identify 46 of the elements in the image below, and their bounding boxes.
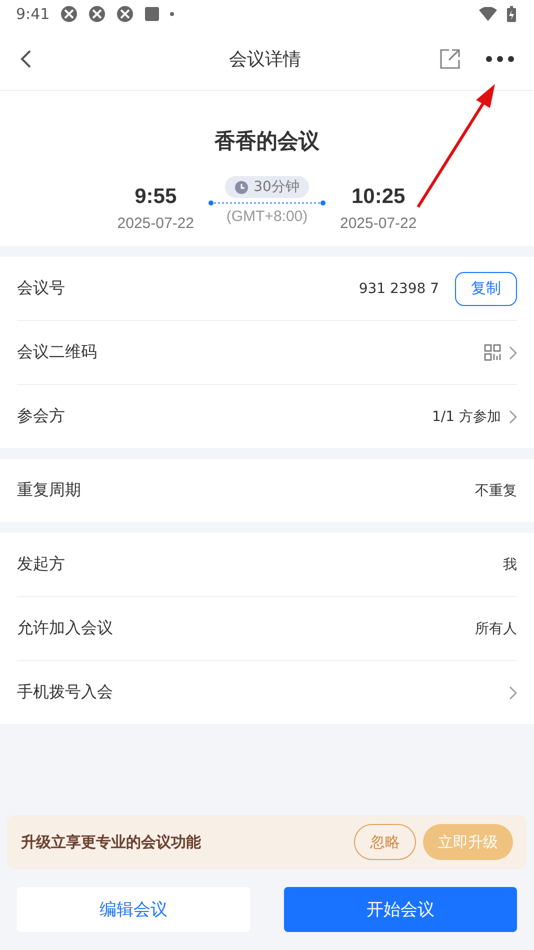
end-time: 10:25 xyxy=(352,185,406,209)
timezone: (GMT+8:00) xyxy=(226,208,308,225)
edit-meeting-button[interactable]: 编辑会议 xyxy=(17,887,250,932)
row-label: 手机拨号入会 xyxy=(17,682,113,703)
list-row[interactable]: 手机拨号入会 xyxy=(17,661,517,724)
more-icon[interactable] xyxy=(486,56,514,62)
app-notification-icon xyxy=(88,5,106,23)
start-meeting-button[interactable]: 开始会议 xyxy=(284,887,517,932)
copy-button[interactable]: 复制 xyxy=(455,272,517,306)
chevron-right-icon xyxy=(509,410,517,424)
share-icon[interactable] xyxy=(440,49,460,69)
back-icon[interactable] xyxy=(20,49,32,69)
clock-icon xyxy=(234,180,248,194)
list-row[interactable]: 允许加入会议 所有人 xyxy=(17,597,517,661)
dot-icon xyxy=(170,12,174,16)
meeting-title: 香香的会议 xyxy=(214,128,320,155)
end-date: 2025-07-22 xyxy=(340,215,417,232)
page-title: 会议详情 xyxy=(228,48,301,71)
qr-code-icon xyxy=(484,344,501,361)
list-row[interactable]: 会议号 931 2398 7 复制 xyxy=(17,257,517,321)
chevron-right-icon xyxy=(509,346,517,360)
battery-icon xyxy=(507,6,516,22)
app-notification-icon xyxy=(60,5,78,23)
list-row[interactable]: 发起方 我 xyxy=(17,533,517,597)
row-value: 不重复 xyxy=(475,482,517,500)
start-date: 2025-07-22 xyxy=(117,215,194,232)
wifi-icon xyxy=(479,7,497,21)
row-label: 发起方 xyxy=(17,554,65,575)
row-label: 会议二维码 xyxy=(17,342,97,363)
row-value: 所有人 xyxy=(475,620,517,638)
banner-text: 升级立享更专业的会议功能 xyxy=(21,832,202,852)
app-notification-icon xyxy=(116,5,134,23)
chevron-right-icon xyxy=(509,686,517,700)
row-label: 会议号 xyxy=(17,278,65,299)
square-notification-icon xyxy=(144,6,160,22)
row-label: 重复周期 xyxy=(17,480,81,501)
row-label: 允许加入会议 xyxy=(17,618,113,639)
list-row[interactable]: 参会方 1/1 方参加 xyxy=(17,385,517,448)
status-time: 9:41 xyxy=(16,5,50,23)
row-value: 931 2398 7 xyxy=(358,280,439,296)
list-row[interactable]: 会议二维码 xyxy=(17,321,517,385)
row-label: 参会方 xyxy=(17,406,65,427)
start-time: 9:55 xyxy=(134,185,177,209)
row-value: 我 xyxy=(503,556,517,574)
row-value: 1/1 方参加 xyxy=(432,408,501,426)
duration-badge: 30分钟 xyxy=(224,176,310,198)
